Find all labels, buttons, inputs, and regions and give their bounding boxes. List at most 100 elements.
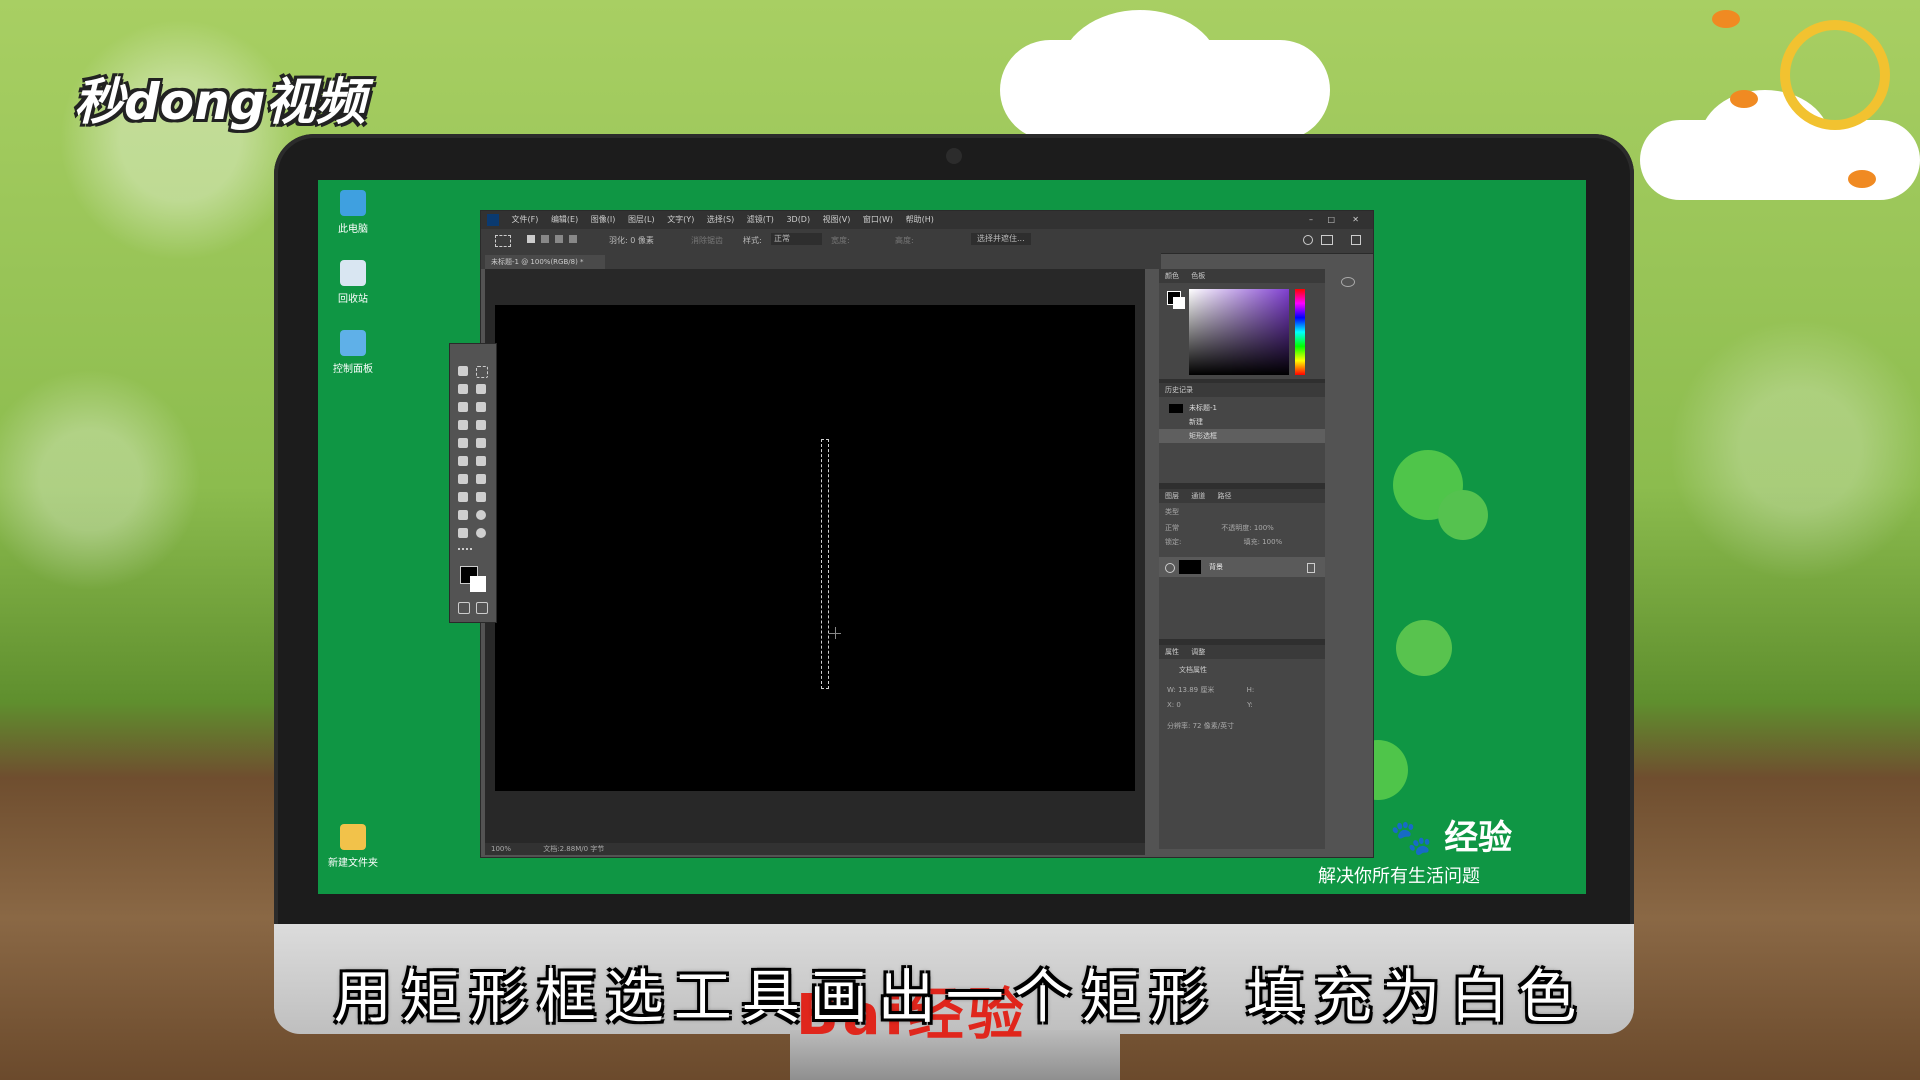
- crop-tool-icon[interactable]: [458, 402, 468, 412]
- rectangle-marquee-tool-icon[interactable]: [476, 366, 488, 378]
- hand-tool-icon[interactable]: [458, 528, 468, 538]
- workspace-icon[interactable]: [1321, 235, 1333, 245]
- lasso-tool-icon[interactable]: [458, 384, 468, 394]
- fill-field[interactable]: 填充: 100%: [1244, 538, 1283, 546]
- hue-slider[interactable]: [1295, 289, 1305, 375]
- opacity-field[interactable]: 不透明度: 100%: [1221, 524, 1274, 532]
- layer-kind-filter[interactable]: 类型: [1159, 503, 1325, 521]
- select-and-mask-button[interactable]: 选择并遮住...: [971, 233, 1031, 245]
- menu-type[interactable]: 文字(Y): [667, 211, 694, 229]
- layers-panel-tabs: 图层 通道 路径: [1159, 489, 1325, 503]
- style-select[interactable]: 正常: [771, 233, 822, 245]
- magic-wand-tool-icon[interactable]: [476, 384, 486, 394]
- more-tools-icon[interactable]: [458, 548, 472, 553]
- layer-options-row: 正常 不透明度: 100%: [1159, 521, 1325, 535]
- close-button[interactable]: ✕: [1352, 211, 1359, 229]
- eye-visibility-icon[interactable]: [1165, 563, 1175, 573]
- dodge-tool-icon[interactable]: [476, 474, 486, 484]
- brush-tool-icon[interactable]: [476, 420, 486, 430]
- cloud-decoration: [1060, 10, 1220, 130]
- desktop-icon-recycle-bin[interactable]: 回收站: [318, 260, 388, 305]
- new-selection-icon[interactable]: [527, 235, 535, 243]
- desktop-icon-new-folder[interactable]: 新建文件夹: [318, 824, 388, 869]
- history-item[interactable]: 新建: [1159, 415, 1325, 429]
- antialias-checkbox[interactable]: 消除锯齿: [691, 235, 723, 246]
- y-value[interactable]: Y:: [1247, 701, 1253, 709]
- tab-properties[interactable]: 属性: [1165, 648, 1179, 656]
- history-item-active[interactable]: 矩形选框: [1159, 429, 1325, 443]
- baidu-decor-circle: [1438, 490, 1488, 540]
- document-tab[interactable]: 未标题-1 @ 100%(RGB/8) *: [485, 255, 605, 269]
- tab-paths[interactable]: 路径: [1217, 492, 1231, 500]
- tab-channels[interactable]: 通道: [1191, 492, 1205, 500]
- properties-panel-tabs: 属性 调整: [1159, 645, 1325, 659]
- shape-tool-icon[interactable]: [476, 510, 486, 520]
- desktop-icon-this-pc[interactable]: 此电脑: [318, 190, 388, 235]
- document-size: 文档:2.88M/0 字节: [543, 845, 605, 853]
- zoom-tool-icon[interactable]: [476, 528, 486, 538]
- menu-edit[interactable]: 编辑(E): [551, 211, 578, 229]
- ps-panel-dock: 颜色 色板 历史记录 未标题-1 新建 矩形选框 图层 通道 路径 类型 正常 …: [1159, 269, 1325, 849]
- cloud-libraries-icon[interactable]: [1341, 277, 1355, 287]
- type-tool-icon[interactable]: [476, 492, 486, 502]
- gradient-tool-icon[interactable]: [476, 456, 486, 466]
- ps-status-bar: 100% 文档:2.88M/0 字节: [485, 843, 1145, 855]
- height-label: 高度:: [895, 236, 914, 245]
- screen-mode-icon[interactable]: [476, 602, 488, 614]
- eyedropper-tool-icon[interactable]: [476, 402, 486, 412]
- history-snapshot[interactable]: 未标题-1: [1159, 401, 1325, 415]
- desktop-icon-control-panel[interactable]: 控制面板: [318, 330, 388, 375]
- tab-swatches[interactable]: 色板: [1191, 272, 1205, 280]
- menu-layer[interactable]: 图层(L): [628, 211, 655, 229]
- path-selection-tool-icon[interactable]: [458, 510, 468, 520]
- desktop-icon-label: 此电脑: [338, 224, 368, 235]
- color-spectrum-picker[interactable]: [1189, 289, 1289, 375]
- healing-brush-tool-icon[interactable]: [458, 420, 468, 430]
- background-color-swatch[interactable]: [1173, 297, 1185, 309]
- menu-help[interactable]: 帮助(H): [906, 211, 934, 229]
- menu-select[interactable]: 选择(S): [707, 211, 734, 229]
- eraser-tool-icon[interactable]: [458, 456, 468, 466]
- intersect-selection-icon[interactable]: [569, 235, 577, 243]
- history-brush-tool-icon[interactable]: [476, 438, 486, 448]
- move-tool-icon[interactable]: [458, 366, 468, 376]
- menu-window[interactable]: 窗口(W): [863, 211, 893, 229]
- menu-image[interactable]: 图像(I): [591, 211, 616, 229]
- menu-3d[interactable]: 3D(D): [786, 211, 810, 229]
- resolution-value: 分辨率: 72 像素/英寸: [1167, 722, 1235, 730]
- blur-tool-icon[interactable]: [458, 474, 468, 484]
- share-icon[interactable]: [1351, 235, 1361, 245]
- subtract-selection-icon[interactable]: [555, 235, 563, 243]
- search-icon[interactable]: [1303, 235, 1313, 245]
- document-canvas[interactable]: [495, 305, 1135, 791]
- layers-panel: 图层 通道 路径 类型 正常 不透明度: 100% 锁定: 填充: 100% 背…: [1159, 489, 1325, 639]
- layer-row-background[interactable]: 背景: [1159, 557, 1325, 577]
- tab-layers[interactable]: 图层: [1165, 492, 1179, 500]
- width-height-row: W: 13.89 厘米 H:: [1159, 681, 1325, 699]
- tab-color[interactable]: 颜色: [1165, 272, 1179, 280]
- height-value[interactable]: H:: [1247, 686, 1255, 694]
- x-value[interactable]: X: 0: [1167, 701, 1181, 709]
- menu-view[interactable]: 视图(V): [823, 211, 851, 229]
- lock-icon: [1307, 563, 1315, 573]
- tab-history[interactable]: 历史记录: [1159, 383, 1325, 397]
- pen-tool-icon[interactable]: [458, 492, 468, 502]
- clone-stamp-tool-icon[interactable]: [458, 438, 468, 448]
- tab-adjustments[interactable]: 调整: [1191, 648, 1205, 656]
- blend-mode-select[interactable]: 正常: [1165, 524, 1179, 532]
- canvas-workspace[interactable]: [485, 269, 1145, 843]
- width-value[interactable]: W: 13.89 厘米: [1167, 686, 1214, 694]
- menu-file[interactable]: 文件(F): [512, 211, 539, 229]
- feather-field[interactable]: 羽化: 0 像素: [609, 235, 654, 246]
- background-color-box[interactable]: [470, 576, 486, 592]
- marquee-tool-icon[interactable]: [495, 235, 511, 247]
- width-label: 宽度:: [831, 236, 850, 245]
- maximize-button[interactable]: □: [1327, 211, 1335, 229]
- zoom-level[interactable]: 100%: [491, 845, 511, 853]
- menu-filter[interactable]: 滤镜(T): [747, 211, 774, 229]
- quick-mask-icon[interactable]: [458, 602, 470, 614]
- minimize-button[interactable]: –: [1309, 211, 1313, 229]
- ps-options-bar: 羽化: 0 像素 消除锯齿 样式: 正常 宽度: 高度: 选择并遮住...: [481, 229, 1373, 254]
- photoshop-window: 文件(F) 编辑(E) 图像(I) 图层(L) 文字(Y) 选择(S) 滤镜(T…: [480, 210, 1374, 858]
- add-selection-icon[interactable]: [541, 235, 549, 243]
